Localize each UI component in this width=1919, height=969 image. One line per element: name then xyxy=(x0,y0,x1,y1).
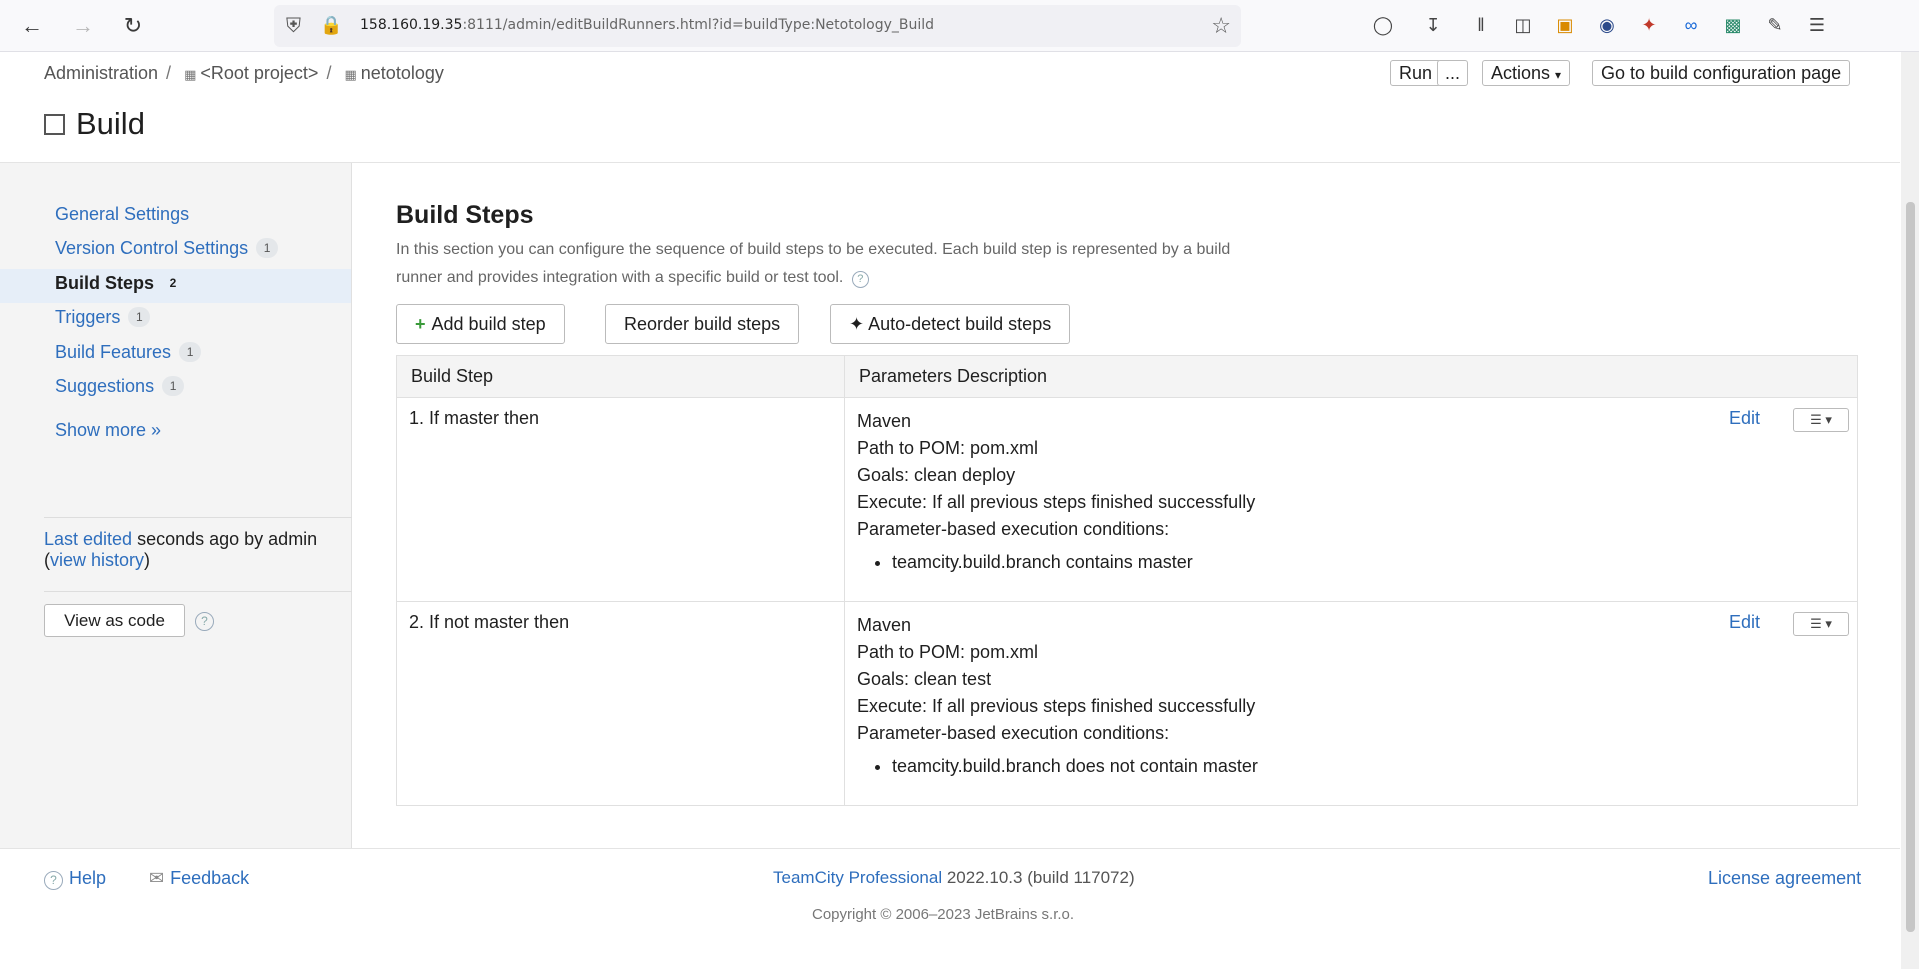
goals: Goals: clean test xyxy=(857,669,992,689)
extension-icon[interactable]: ▣ xyxy=(1552,12,1578,38)
last-edited-info: Last edited seconds ago by admin (view hi… xyxy=(44,529,318,570)
conditions-title: Parameter-based execution conditions: xyxy=(857,519,1170,539)
count-badge: 1 xyxy=(162,376,185,396)
step-menu-button[interactable]: ☰ ▾ xyxy=(1793,612,1849,636)
edit-step-link[interactable]: Edit xyxy=(1729,408,1760,429)
count-badge: 1 xyxy=(128,307,151,327)
copyright: Copyright © 2006–2023 JetBrains s.r.o. xyxy=(812,906,1075,923)
conditions-title: Parameter-based execution conditions: xyxy=(857,723,1170,743)
count-badge: 2 xyxy=(169,276,177,290)
breadcrumb-root-project[interactable]: <Root project> xyxy=(200,63,318,83)
sidebar-item-general-settings[interactable]: General Settings xyxy=(55,204,189,225)
execute-condition: Execute: If all previous steps finished … xyxy=(857,696,1256,716)
scrollbar-thumb[interactable] xyxy=(1906,202,1915,932)
auto-detect-build-steps-button[interactable]: ✦ Auto-detect build steps xyxy=(830,304,1071,344)
help-link[interactable]: ? Help xyxy=(44,868,106,890)
section-title: Build Steps xyxy=(396,201,534,229)
insecure-lock-icon[interactable]: 🔒 xyxy=(320,15,342,36)
list-item: teamcity.build.branch does not contain m… xyxy=(892,753,1845,780)
sidebar-item-suggestions[interactable]: Suggestions 1 xyxy=(55,376,185,397)
address-bar[interactable]: ⛨ 🔒 158.160.19.35:8111/admin/editBuildRu… xyxy=(274,5,1241,47)
edit-step-link[interactable]: Edit xyxy=(1729,612,1760,633)
add-build-step-button[interactable]: + Add build step xyxy=(396,304,565,344)
chevron-down-icon: ▾ xyxy=(1825,412,1832,427)
step-parameters: Maven Path to POM: pom.xml Goals: clean … xyxy=(844,397,1858,602)
help-icon[interactable]: ? xyxy=(195,612,214,631)
step-name[interactable]: 2. If not master then xyxy=(396,601,845,806)
url-text[interactable]: 158.160.19.35:8111/admin/editBuildRunner… xyxy=(360,17,934,33)
go-to-config-button[interactable]: Go to build configuration page xyxy=(1592,60,1851,86)
step-name[interactable]: 1. If master then xyxy=(396,397,845,602)
list-icon: ☰ xyxy=(1810,412,1822,427)
help-icon: ? xyxy=(44,871,63,890)
extensions-puzzle-icon[interactable]: ✎ xyxy=(1762,12,1788,38)
download-icon[interactable]: ↧ xyxy=(1420,12,1446,38)
build-steps-table: Build Step Parameters Description 1. If … xyxy=(396,355,1858,806)
list-item: teamcity.build.branch contains master xyxy=(892,549,1845,576)
column-header-parameters: Parameters Description xyxy=(844,355,1858,398)
extension-icon[interactable]: ∞ xyxy=(1678,12,1704,38)
table-row[interactable]: 2. If not master then Maven Path to POM:… xyxy=(396,601,1858,806)
breadcrumb-administration[interactable]: Administration xyxy=(44,63,158,83)
runner-type: Maven xyxy=(857,411,912,431)
project-grid-icon: ▦ xyxy=(184,67,197,82)
scrollbar[interactable] xyxy=(1901,52,1919,969)
execute-condition: Execute: If all previous steps finished … xyxy=(857,492,1256,512)
browser-toolbar: ← → ↻ ⛨ 🔒 158.160.19.35:8111/admin/editB… xyxy=(0,0,1919,52)
column-header-build-step: Build Step xyxy=(396,355,845,398)
back-icon[interactable]: ← xyxy=(18,12,46,40)
reload-icon[interactable]: ↻ xyxy=(119,12,147,40)
actions-dropdown[interactable]: Actions ▾ xyxy=(1482,60,1571,86)
table-row[interactable]: 1. If master then Maven Path to POM: pom… xyxy=(396,397,1858,602)
chevron-down-icon: ▾ xyxy=(1825,616,1832,631)
shield-icon[interactable]: ⛨ xyxy=(286,15,301,38)
count-badge: 1 xyxy=(179,342,202,362)
page-title: Build xyxy=(44,106,145,142)
magic-wand-icon: ✦ xyxy=(849,314,865,334)
chevron-down-icon: ▾ xyxy=(1555,68,1562,82)
product-link[interactable]: TeamCity Professional xyxy=(773,868,942,887)
pom-path: Path to POM: pom.xml xyxy=(857,438,1039,458)
last-edited-link[interactable]: Last edited xyxy=(44,529,132,549)
runner-type: Maven xyxy=(857,615,912,635)
run-options-button[interactable]: ... xyxy=(1437,60,1469,86)
pom-path: Path to POM: pom.xml xyxy=(857,642,1039,662)
menu-icon[interactable]: ☰ xyxy=(1804,12,1830,38)
breadcrumb-project[interactable]: netotology xyxy=(361,63,444,83)
product-version: TeamCity Professional 2022.10.3 (build 1… xyxy=(773,868,1135,887)
extension-icon[interactable]: ✦ xyxy=(1636,12,1662,38)
pocket-icon[interactable]: ◯ xyxy=(1370,12,1396,38)
extension-icon[interactable]: ◉ xyxy=(1594,12,1620,38)
plus-icon: + xyxy=(415,314,426,334)
sidebar-icon[interactable]: ◫ xyxy=(1510,12,1536,38)
forward-icon[interactable]: → xyxy=(69,12,97,40)
sidebar-item-version-control[interactable]: Version Control Settings 1 xyxy=(55,238,279,259)
sidebar-item-triggers[interactable]: Triggers 1 xyxy=(55,307,151,328)
project-grid-icon: ▦ xyxy=(344,67,357,82)
step-parameters: Maven Path to POM: pom.xml Goals: clean … xyxy=(844,601,1858,806)
sidebar-item-build-features[interactable]: Build Features 1 xyxy=(55,342,202,363)
sidebar: General Settings Version Control Setting… xyxy=(0,163,352,848)
help-icon[interactable]: ? xyxy=(851,271,869,288)
goals: Goals: clean deploy xyxy=(857,465,1016,485)
build-config-icon xyxy=(44,113,65,135)
count-badge: 1 xyxy=(256,238,279,258)
mail-icon: ✉ xyxy=(149,868,165,888)
step-menu-button[interactable]: ☰ ▾ xyxy=(1793,408,1849,432)
reorder-build-steps-button[interactable]: Reorder build steps xyxy=(605,304,800,344)
extension-icon[interactable]: ▩ xyxy=(1720,12,1746,38)
view-history-link[interactable]: view history xyxy=(50,550,144,570)
show-more-link[interactable]: Show more » xyxy=(55,420,161,441)
license-agreement-link[interactable]: License agreement xyxy=(1708,868,1861,889)
feedback-link[interactable]: ✉ Feedback xyxy=(149,868,249,889)
breadcrumb: Administration / ▦ <Root project> / ▦ netoto… xyxy=(44,63,444,83)
sidebar-item-build-steps[interactable]: Build Steps 2 xyxy=(55,273,184,294)
run-button[interactable]: Run xyxy=(1390,60,1442,86)
list-icon: ☰ xyxy=(1810,616,1822,631)
section-description: In this section you can configure the se… xyxy=(396,241,1231,288)
library-icon[interactable]: ‖ xyxy=(1468,12,1494,38)
view-as-code-button[interactable]: View as code xyxy=(44,604,185,637)
bookmark-star-icon[interactable]: ☆ xyxy=(1211,13,1231,39)
